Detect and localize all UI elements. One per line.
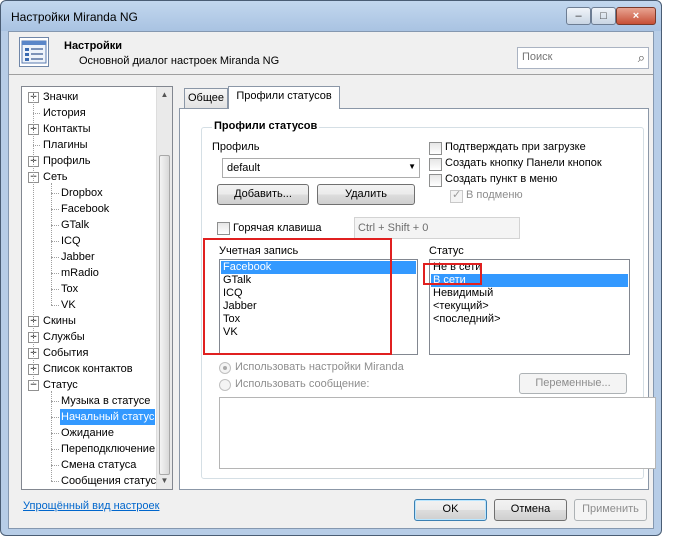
tree-item-label[interactable]: Сеть bbox=[42, 169, 68, 185]
chevron-down-icon: ▼ bbox=[408, 162, 416, 171]
confirm-on-load-checkbox[interactable] bbox=[429, 142, 442, 155]
search-input[interactable] bbox=[522, 51, 622, 63]
create-toolbar-button-label: Создать кнопку Панели кнопок bbox=[445, 157, 602, 169]
tree-item-label[interactable]: Службы bbox=[42, 329, 86, 345]
profile-label: Профиль bbox=[212, 141, 260, 153]
hotkey-checkbox[interactable] bbox=[217, 222, 230, 235]
window-title: Настройки Miranda NG bbox=[11, 10, 138, 24]
in-submenu-checkbox[interactable]: ✓ bbox=[450, 189, 463, 203]
tree-item-label[interactable]: ICQ bbox=[60, 233, 82, 249]
tree-item-label[interactable]: Jabber bbox=[60, 249, 96, 265]
add-profile-button[interactable]: Добавить... bbox=[217, 184, 309, 205]
tree-item-label[interactable]: VK bbox=[60, 297, 77, 313]
search-icon[interactable]: ⌕ bbox=[638, 50, 645, 66]
tree-item-label[interactable]: Facebook bbox=[60, 201, 110, 217]
search-box[interactable]: ⌕ bbox=[517, 47, 649, 69]
status-list-item[interactable]: <последний> bbox=[431, 313, 628, 326]
title-bar: Настройки Miranda NG – □ × bbox=[1, 1, 661, 31]
tree-item-label[interactable]: Смена статуса bbox=[60, 457, 137, 473]
background-window bbox=[662, 0, 676, 548]
cancel-button[interactable]: Отмена bbox=[494, 499, 567, 521]
header-title: Настройки bbox=[64, 40, 123, 52]
tree-scrollbar[interactable]: ▲ ▼ bbox=[156, 87, 172, 489]
create-toolbar-button-checkbox[interactable] bbox=[429, 158, 442, 171]
use-miranda-settings-radio[interactable] bbox=[219, 362, 231, 374]
tree-item-label[interactable]: Сообщения статуса bbox=[60, 473, 163, 489]
tree-item-label[interactable]: Переподключение bbox=[60, 441, 156, 457]
tab-status-profiles[interactable]: Профили статусов bbox=[228, 86, 340, 109]
create-menu-item-checkbox[interactable] bbox=[429, 174, 442, 187]
profile-dropdown[interactable]: default ▼ bbox=[222, 158, 420, 178]
header-subtitle: Основной диалог настроек Miranda NG bbox=[79, 55, 280, 67]
tree-item-label[interactable]: Плагины bbox=[42, 137, 89, 153]
header: Настройки Основной диалог настроек Miran… bbox=[9, 32, 653, 74]
simple-view-link[interactable]: Упрощённый вид настроек bbox=[23, 500, 159, 512]
tree-item-label[interactable]: Музыка в статусе bbox=[60, 393, 151, 409]
tree-item-label[interactable]: Ожидание bbox=[60, 425, 115, 441]
settings-dialog-icon bbox=[19, 37, 49, 67]
in-submenu-label: В подменю bbox=[466, 189, 523, 201]
tree-item-label[interactable]: Список контактов bbox=[42, 361, 134, 377]
status-list-item[interactable]: Невидимый bbox=[431, 287, 628, 300]
hotkey-field[interactable]: Ctrl + Shift + 0 bbox=[354, 217, 520, 239]
tree-item-label[interactable]: Dropbox bbox=[60, 185, 104, 201]
tree-scroll-thumb[interactable] bbox=[159, 155, 170, 475]
use-miranda-settings-label: Использовать настройки Miranda bbox=[235, 361, 404, 373]
maximize-button[interactable]: □ bbox=[591, 7, 616, 25]
tree-item-label[interactable]: Профиль bbox=[42, 153, 92, 169]
status-list-item[interactable]: <текущий> bbox=[431, 300, 628, 313]
header-divider bbox=[9, 74, 653, 75]
tree-item-label[interactable]: Контакты bbox=[42, 121, 92, 137]
use-message-label: Использовать сообщение: bbox=[235, 378, 370, 390]
scroll-down-arrow-icon[interactable]: ▼ bbox=[157, 473, 172, 489]
tree-item-label[interactable]: GTalk bbox=[60, 217, 90, 233]
tree-item-label[interactable]: Tox bbox=[60, 281, 79, 297]
use-message-radio[interactable] bbox=[219, 379, 231, 391]
scroll-up-arrow-icon[interactable]: ▲ bbox=[157, 87, 172, 103]
hotkey-label: Горячая клавиша bbox=[233, 222, 322, 234]
minimize-button[interactable]: – bbox=[566, 7, 591, 25]
group-title: Профили статусов bbox=[212, 120, 320, 132]
tab-general[interactable]: Общее bbox=[184, 88, 228, 108]
status-message-textarea[interactable] bbox=[219, 397, 656, 469]
account-highlight-box bbox=[203, 238, 392, 355]
create-menu-item-label: Создать пункт в меню bbox=[445, 173, 558, 185]
checkmark-icon: ✓ bbox=[452, 189, 462, 201]
profile-value: default bbox=[227, 162, 261, 174]
status-highlight-box bbox=[423, 263, 482, 285]
status-label: Статус bbox=[429, 245, 464, 257]
tree-item-label[interactable]: Статус bbox=[42, 377, 79, 393]
tree-item-label[interactable]: Начальный статус bbox=[60, 409, 156, 425]
variables-button[interactable]: Переменные... bbox=[519, 373, 627, 394]
client-area: Настройки Основной диалог настроек Miran… bbox=[8, 31, 656, 529]
tree-item-label[interactable]: Значки bbox=[42, 89, 79, 105]
delete-profile-button[interactable]: Удалить bbox=[317, 184, 415, 205]
settings-tree[interactable]: Значки + История Контакты + Плагины Профиль + Се… bbox=[21, 86, 173, 490]
confirm-on-load-label: Подтверждать при загрузке bbox=[445, 141, 586, 153]
apply-button[interactable]: Применить bbox=[574, 499, 647, 521]
tree-item-label[interactable]: История bbox=[42, 105, 87, 121]
tree-item-label[interactable]: mRadio bbox=[60, 265, 100, 281]
hotkey-value: Ctrl + Shift + 0 bbox=[358, 222, 429, 234]
tree-item-label[interactable]: Скины bbox=[42, 313, 77, 329]
close-button[interactable]: × bbox=[616, 7, 656, 25]
ok-button[interactable]: OK bbox=[414, 499, 487, 521]
settings-window: Настройки Miranda NG – □ × Настройки Осн… bbox=[0, 0, 662, 536]
tree-item-label[interactable]: События bbox=[42, 345, 89, 361]
